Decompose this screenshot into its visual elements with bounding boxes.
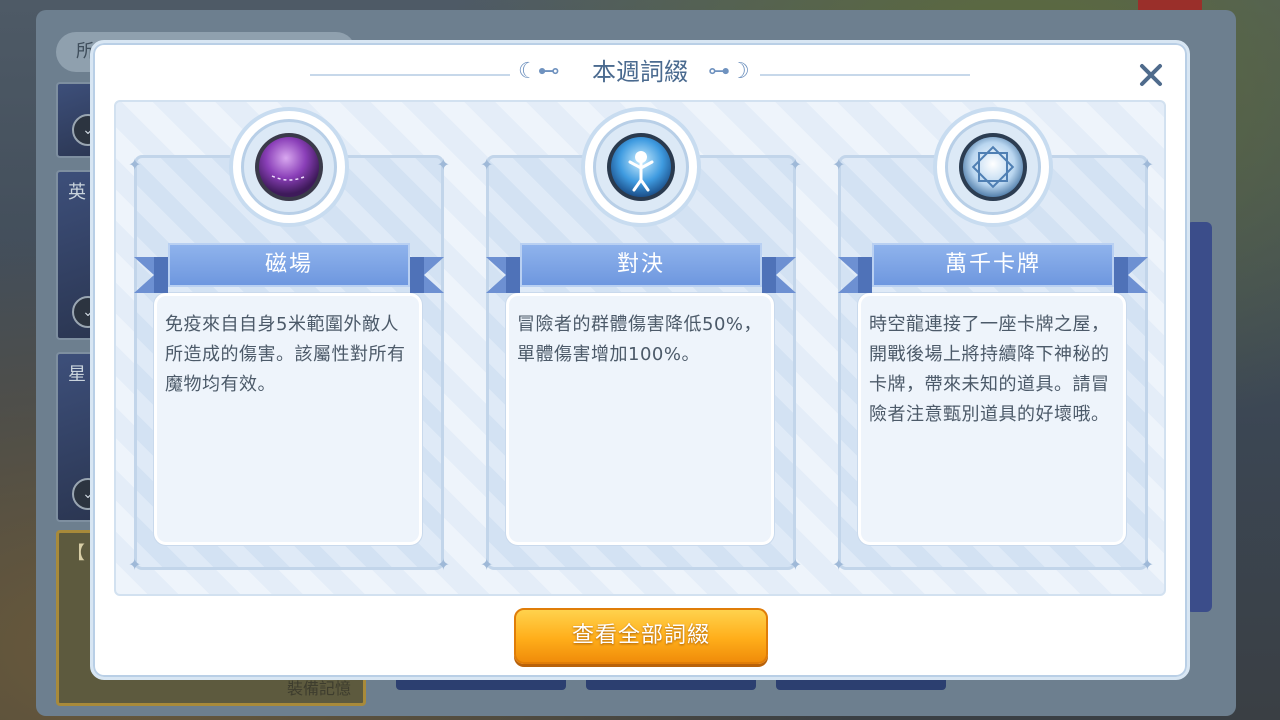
sparkle-icon: ✦: [1140, 155, 1154, 174]
affix-name: 磁場: [264, 252, 313, 277]
sparkle-icon: ✦: [832, 555, 846, 574]
dialog-title: 本週詞綴: [592, 58, 688, 86]
close-icon[interactable]: [1134, 58, 1168, 92]
background-card-label: 英: [68, 182, 86, 203]
card-description-box: 時空龍連接了一座卡牌之屋，開戰後場上將持續降下神秘的卡牌，帶來未知的道具。請冒險…: [858, 293, 1126, 545]
card-description-box: 免疫來自自身5米範圍外敵人所造成的傷害。該屬性對所有魔物均有效。: [154, 293, 422, 545]
background-card-label: 星: [68, 364, 86, 385]
sparkle-icon: ✦: [128, 155, 142, 174]
affix-card-thousand-cards: ✦ ✦ ✦ ✦ 時空龍連接了一座卡牌之屋，開戰後場上將持續降下神秘的卡牌，帶來未…: [832, 107, 1154, 574]
sparkle-icon: ✦: [1140, 555, 1154, 574]
sparkle-icon: ✦: [128, 555, 142, 574]
sparkle-icon: ✦: [788, 155, 802, 174]
affix-medal: [581, 107, 701, 227]
affix-description: 免疫來自自身5米範圍外敵人所造成的傷害。該屬性對所有魔物均有效。: [165, 314, 406, 395]
sparkle-icon: ✦: [480, 555, 494, 574]
purple-dome-icon: [255, 133, 323, 201]
dialog-header: ☾⊷ ⊶☽ 本週詞綴: [90, 52, 1190, 92]
card-diamond-icon: [959, 133, 1027, 201]
affix-card-duel: ✦ ✦ ✦ ✦ 冒險者的群體傷害降低50%，單體傷害增加100%。 對決: [480, 107, 802, 574]
affix-description: 時空龍連接了一座卡牌之屋，開戰後場上將持續降下神秘的卡牌，帶來未知的道具。請冒險…: [869, 314, 1110, 425]
sparkle-icon: ✦: [436, 155, 450, 174]
affix-ribbon: 磁場: [134, 243, 444, 293]
sparkle-icon: ✦: [480, 155, 494, 174]
sparkle-icon: ✦: [788, 555, 802, 574]
affix-medal: [933, 107, 1053, 227]
affix-card-magnetic-field: ✦ ✦ ✦ ✦ 免疫來自自身5米範圍外敵人所造成的傷害。該屬性對所有魔物均有效。: [128, 107, 450, 574]
affix-ribbon: 對決: [486, 243, 796, 293]
sparkle-icon: ✦: [436, 555, 450, 574]
affix-ribbon: 萬千卡牌: [838, 243, 1148, 293]
affix-description: 冒險者的群體傷害降低50%，單體傷害增加100%。: [517, 314, 763, 365]
sparkle-icon: ✦: [832, 155, 846, 174]
view-all-affixes-button[interactable]: 查看全部詞綴: [514, 608, 768, 664]
duel-figure-icon: [607, 133, 675, 201]
affix-name: 萬千卡牌: [944, 252, 1041, 277]
affix-medal: [229, 107, 349, 227]
affix-name: 對決: [616, 252, 665, 277]
card-description-box: 冒險者的群體傷害降低50%，單體傷害增加100%。: [506, 293, 774, 545]
